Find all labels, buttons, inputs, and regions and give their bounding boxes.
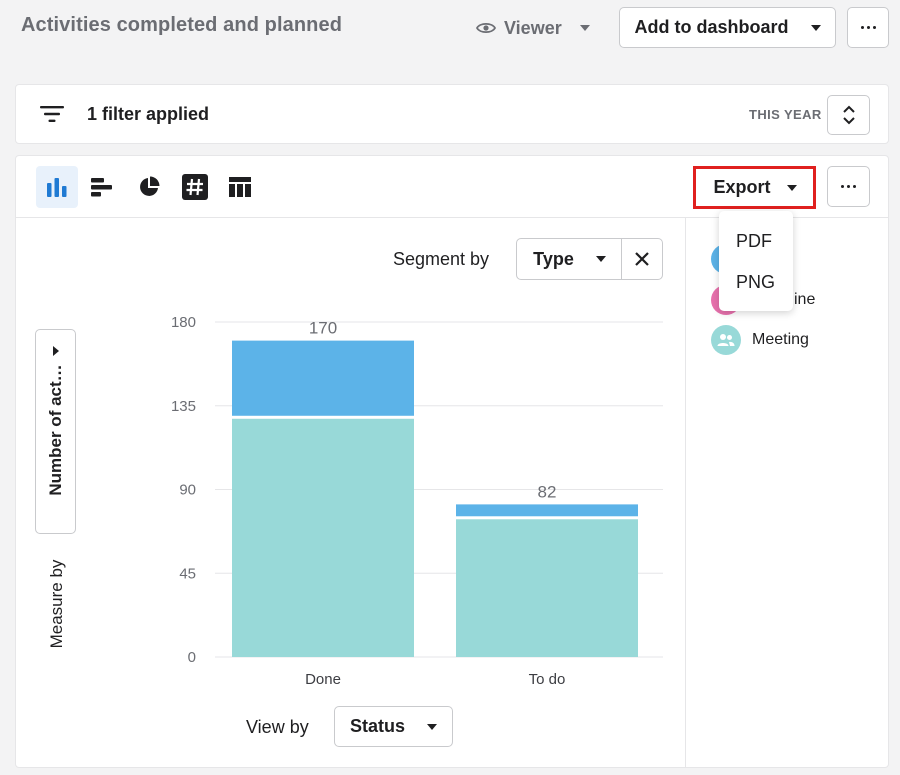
pie-chart-icon	[140, 176, 160, 196]
measure-by-label: Measure by	[47, 559, 66, 649]
caret-right-icon	[53, 346, 59, 356]
filter-status[interactable]: 1 filter applied	[87, 104, 209, 125]
view-by-label: View by	[246, 717, 309, 737]
chevron-down-icon	[427, 723, 437, 730]
segment-type-value: Type	[533, 248, 574, 269]
viewer-dropdown[interactable]: Viewer	[476, 16, 590, 40]
export-png-item[interactable]: PNG	[736, 272, 775, 293]
more-icon	[860, 26, 876, 29]
add-to-dashboard-button[interactable]: Add to dashboard	[619, 7, 836, 48]
legend-item[interactable]: Meeting	[711, 325, 809, 355]
page-title: Activities completed and planned	[21, 14, 343, 36]
table-icon	[229, 177, 251, 197]
clear-segment-button[interactable]	[621, 238, 663, 280]
legend-label: ine	[794, 291, 816, 308]
filter-bar: 1 filter applied THIS YEAR	[15, 84, 889, 144]
period-stepper[interactable]	[827, 95, 870, 135]
legend-swatch	[711, 325, 741, 355]
more-options-button[interactable]	[847, 7, 889, 48]
chart-type-table[interactable]	[219, 166, 261, 208]
view-by-value: Status	[349, 716, 405, 736]
export-highlight-box	[693, 166, 816, 209]
people-icon	[717, 334, 735, 346]
more-icon	[841, 185, 856, 188]
vertical-bar-chart-icon	[47, 178, 67, 197]
measure-value: Number of act…	[46, 364, 65, 496]
segment-type-dropdown[interactable]: Type	[516, 238, 623, 280]
add-to-dashboard-label: Add to dashboard	[634, 17, 789, 37]
export-pdf-item[interactable]: PDF	[736, 231, 772, 252]
segment-by-label: Segment by	[393, 249, 490, 269]
legend-label: Meeting	[752, 331, 809, 348]
view-by-dropdown[interactable]: Status	[334, 706, 453, 747]
eye-icon	[476, 22, 496, 34]
chevron-down-icon	[579, 25, 590, 31]
legend-divider	[685, 218, 686, 768]
chart-type-number[interactable]	[174, 166, 216, 208]
chart-type-vertical-bar[interactable]	[36, 166, 78, 208]
chart-type-pie[interactable]	[128, 166, 170, 208]
chart-type-horizontal-bar[interactable]	[81, 166, 123, 208]
chart-more-button[interactable]	[827, 166, 870, 207]
report-header: Activities completed and planned Viewer …	[0, 0, 900, 60]
chevron-up-down-icon	[842, 105, 855, 125]
export-menu: PDF PNG	[719, 211, 793, 311]
close-icon	[635, 252, 649, 266]
viewer-label: Viewer	[504, 17, 562, 38]
chevron-down-icon	[810, 24, 821, 31]
horizontal-bar-chart-icon	[91, 178, 112, 197]
number-hash-icon	[182, 174, 208, 200]
chevron-down-icon	[595, 256, 606, 262]
filter-icon[interactable]	[40, 104, 64, 124]
period-label: THIS YEAR	[749, 107, 822, 122]
